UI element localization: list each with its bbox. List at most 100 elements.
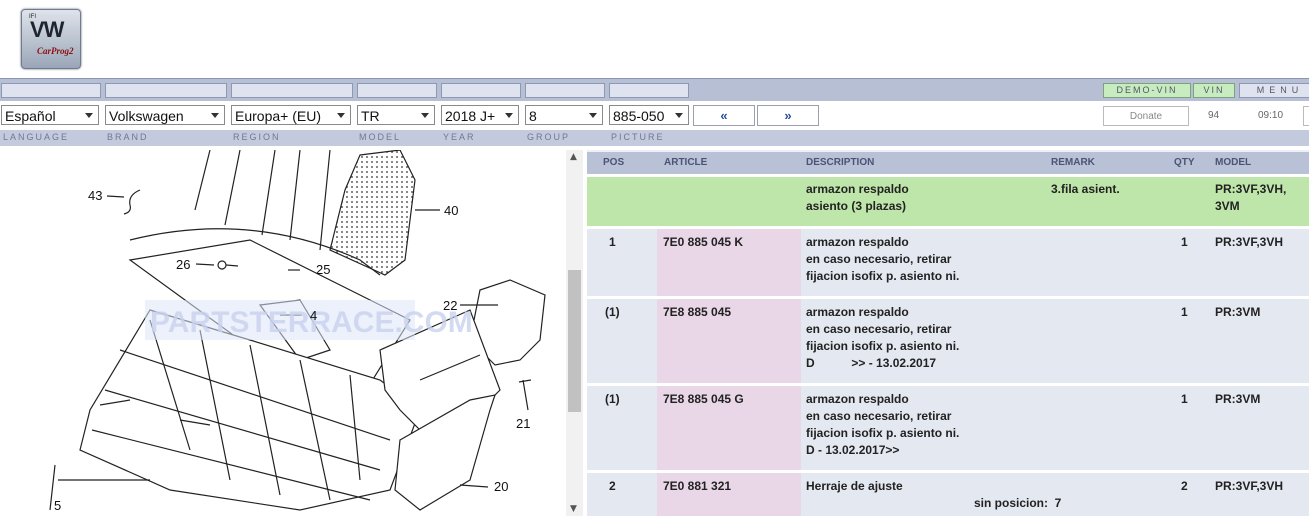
row-article[interactable]: 7E0 885 045 K [663,234,743,251]
demo-vin-button[interactable]: DEMO-VIN [1103,83,1191,98]
picture-value: 885-050 [613,108,665,124]
scroll-down-icon[interactable]: ▼ [570,504,577,514]
row-description-line: armazon respaldo [806,182,909,196]
model-select[interactable]: TR [357,105,435,125]
language-slot[interactable] [1,83,101,98]
parts-diagram-svg: PARTSTERRACE.COM 43 40 26 25 4 22 21 20 … [49,150,546,513]
previous-picture-button[interactable]: « [693,105,755,126]
row-pos: 2 [609,479,616,493]
chevron-down-icon [589,113,597,118]
table-row[interactable]: (1) 7E8 885 045 G armazon respaldo en ca… [587,386,1309,473]
table-row[interactable]: 2 7E0 881 321 Herraje de ajuste sin posi… [587,473,1309,516]
chevron-down-icon [85,113,93,118]
row-model-line: PR:3VM [1215,305,1261,319]
row-remark: 3.fila asient. [1051,182,1120,196]
row-description-line: armazon respaldo [806,392,909,406]
row-description-line: fijacion isofix p. asiento ni. [806,269,960,283]
header-model: MODEL [1215,157,1252,168]
table-row[interactable]: 1 7E0 885 045 K armazon respaldo en caso… [587,229,1309,299]
row-qty: 1 [1181,392,1188,406]
row-article[interactable]: 7E8 885 045 [663,304,731,321]
row-article[interactable]: 7E0 881 321 [663,478,731,495]
row-model-line: PR:3VF,3VH [1215,235,1284,249]
year-slot[interactable] [441,83,521,98]
model-value: TR [361,108,380,124]
callout-25[interactable]: 25 [316,262,330,277]
brand-select[interactable]: Volkswagen [105,105,225,125]
group-label: GROUP [527,132,571,142]
chevron-down-icon [211,113,219,118]
callout-40[interactable]: 40 [444,203,458,218]
callout-5[interactable]: 5 [54,498,61,513]
picture-select[interactable]: 885-050 [609,105,689,125]
app-logo: IFI VW CarProg2 [21,9,81,69]
next-picture-button[interactable]: » [757,105,819,126]
row-qty: 2 [1181,479,1188,493]
region-label: REGION [233,132,281,142]
row-pos: (1) [605,392,620,406]
table-header: POS ARTICLE DESCRIPTION REMARK QTY MODEL [587,150,1309,174]
row-qty: 1 [1181,235,1188,249]
chevron-down-icon [421,113,429,118]
logo-main-text: VW [30,17,64,42]
row-description-line: D >> - 13.02.2017 [806,356,937,370]
chevron-down-icon [675,113,683,118]
callout-26[interactable]: 26 [176,257,190,272]
header-description: DESCRIPTION [806,157,875,168]
scroll-up-icon[interactable]: ▲ [570,152,577,162]
callout-4[interactable]: 4 [310,308,317,323]
row-description-line: armazon respaldo [806,305,909,319]
region-select[interactable]: Europa+ (EU) [231,105,351,125]
language-select[interactable]: Español [1,105,99,125]
row-description-line: fijacion isofix p. asiento ni. [806,339,960,353]
year-label: YEAR [443,132,476,142]
row-qty: 1 [1181,305,1188,319]
row-pos: (1) [605,305,620,319]
extra-field[interactable] [1303,106,1309,126]
callout-22[interactable]: 22 [443,298,457,313]
selector-labels: LANGUAGE BRAND REGION MODEL YEAR GROUP P… [0,130,1309,146]
row-description-line: armazon respaldo [806,235,909,249]
selector-bar: Español Volkswagen Europa+ (EU) TR 2018 … [0,101,1309,129]
model-label: MODEL [359,132,402,142]
region-slot[interactable] [231,83,353,98]
logo-sub-text: CarProg2 [37,46,74,56]
model-slot[interactable] [357,83,437,98]
parts-table: POS ARTICLE DESCRIPTION REMARK QTY MODEL… [587,150,1309,516]
menu-button[interactable]: MENU [1239,83,1309,98]
row-remark: sin posicion: 7 [974,496,1062,510]
callout-43[interactable]: 43 [88,188,102,203]
table-row[interactable]: (1) 7E8 885 045 armazon respaldo en caso… [587,299,1309,386]
brand-label: BRAND [107,132,149,142]
language-label: LANGUAGE [3,132,70,142]
header-remark: REMARK [1051,157,1095,168]
vin-button[interactable]: VIN [1193,83,1235,98]
scrollbar-thumb[interactable] [568,270,581,412]
row-article[interactable]: 7E8 885 045 G [663,391,744,408]
year-value: 2018 J+ [445,108,496,124]
brand-value: Volkswagen [109,108,184,124]
top-toolbar: DEMO-VIN VIN MENU [0,78,1309,101]
group-slot[interactable] [525,83,605,98]
brand-slot[interactable] [105,83,227,98]
callout-21[interactable]: 21 [516,416,530,431]
language-value: Español [5,108,56,124]
row-description-line: Herraje de ajuste [806,479,903,493]
parts-drawing[interactable]: PARTSTERRACE.COM 43 40 26 25 4 22 21 20 … [0,150,564,516]
year-select[interactable]: 2018 J+ [441,105,519,125]
row-model-line: 3VM [1215,199,1240,213]
group-select[interactable]: 8 [525,105,603,125]
chevron-down-icon [337,113,345,118]
row-model-line: PR:3VM [1215,392,1261,406]
donate-button[interactable]: Donate [1103,106,1189,126]
region-value: Europa+ (EU) [235,108,321,124]
row-description-line: en caso necesario, retirar [806,409,952,423]
table-row[interactable]: armazon respaldo asiento (3 plazas) 3.fi… [587,177,1309,229]
row-pos: 1 [609,235,616,249]
clock-text: 09:10 [1258,110,1284,121]
picture-slot[interactable] [609,83,689,98]
row-description-line: en caso necesario, retirar [806,252,952,266]
row-description-line: D - 13.02.2017>> [806,443,900,457]
callout-20[interactable]: 20 [494,479,508,494]
drawing-scrollbar[interactable]: ▲ ▼ [566,150,583,516]
